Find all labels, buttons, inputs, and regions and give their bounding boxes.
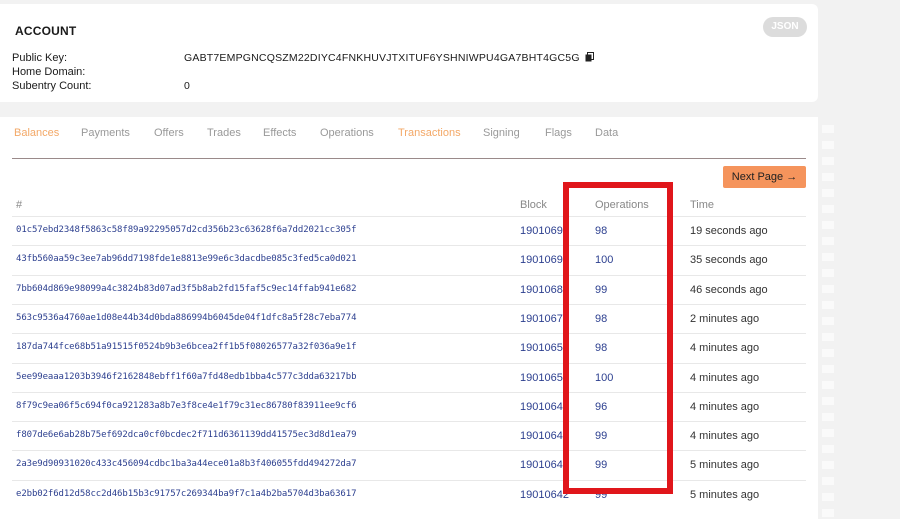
tab-divider [12, 158, 806, 159]
tx-hash-link[interactable]: f807de6e6ab28b75ef692dca0cf0bcdec2f711d6… [16, 430, 356, 440]
tab-data[interactable]: Data [595, 127, 618, 139]
block-link[interactable]: 19010644 [520, 459, 569, 471]
row-divider [12, 304, 806, 305]
tx-hash-link[interactable]: 2a3e9d90931020c433c456094cdbc1ba3a44ece0… [16, 459, 356, 469]
operations-count: 98 [595, 313, 608, 325]
row-divider [12, 450, 806, 451]
operations-count: 99 [595, 459, 608, 471]
block-link[interactable]: 19010691 [520, 225, 569, 237]
operations-count: 99 [595, 430, 608, 442]
scroll-track [822, 117, 834, 519]
row-divider [12, 480, 806, 481]
tx-time: 4 minutes ago [690, 401, 760, 413]
operations-count: 100 [595, 372, 614, 384]
tx-time: 5 minutes ago [690, 489, 760, 501]
tab-trades[interactable]: Trades [207, 127, 241, 139]
header-hash: # [16, 199, 23, 211]
public-key-value: GABT7EMPGNCQSZM22DIYC4FNKHUVJTXITUF6YSHN… [184, 52, 594, 65]
tx-hash-link[interactable]: 8f79c9ea06f5c694f0ca921283a8b7e3f8ce4e1f… [16, 401, 356, 411]
json-button[interactable]: JSON [763, 17, 807, 37]
block-link[interactable]: 19010688 [520, 284, 569, 296]
block-link[interactable]: 19010657 [520, 342, 569, 354]
header-block: Block [520, 199, 547, 211]
row-divider [12, 333, 806, 334]
tab-offers[interactable]: Offers [154, 127, 184, 139]
header-operations: Operations [595, 199, 649, 211]
tab-flags[interactable]: Flags [545, 127, 572, 139]
row-divider [12, 363, 806, 364]
block-link[interactable]: 19010645 [520, 430, 569, 442]
tx-hash-link[interactable]: 7bb604d869e98099a4c3824b83d07ad3f5b8ab2f… [16, 284, 356, 294]
tx-time: 46 seconds ago [690, 284, 768, 296]
home-domain-label: Home Domain: [12, 66, 86, 78]
tx-hash-link[interactable]: 5ee99eaaa1203b3946f2162848ebff1f60a7fd48… [16, 372, 356, 382]
tab-operations[interactable]: Operations [320, 127, 374, 139]
block-link[interactable]: 19010691 [520, 254, 569, 266]
account-card: ACCOUNT JSON Public Key: GABT7EMPGNCQSZM… [0, 4, 818, 102]
tx-time: 4 minutes ago [690, 372, 760, 384]
operations-count: 98 [595, 225, 608, 237]
next-page-button[interactable]: Next Page → [723, 166, 806, 188]
subentry-count-label: Subentry Count: [12, 80, 92, 92]
tx-time: 4 minutes ago [690, 430, 760, 442]
tx-hash-link[interactable]: 187da744fce68b51a91515f0524b9b3e6bcea2ff… [16, 342, 356, 352]
row-divider [12, 216, 806, 217]
row-divider [12, 392, 806, 393]
tx-hash-link[interactable]: e2bb02f6d12d58cc2d46b15b3c91757c269344ba… [16, 489, 356, 499]
transactions-card: Balances Payments Offers Trades Effects … [0, 117, 818, 519]
row-divider [12, 421, 806, 422]
account-title: ACCOUNT [15, 24, 77, 38]
public-key-label: Public Key: [12, 52, 68, 64]
tx-hash-link[interactable]: 563c9536a4760ae1d08e44b34d0bda886994b604… [16, 313, 356, 323]
tab-balances[interactable]: Balances [14, 127, 59, 139]
block-link[interactable]: 19010677 [520, 313, 569, 325]
tab-effects[interactable]: Effects [263, 127, 296, 139]
row-divider [12, 245, 806, 246]
tab-transactions[interactable]: Transactions [398, 127, 461, 139]
tx-hash-link[interactable]: 01c57ebd2348f5863c58f89a92295057d2cd356b… [16, 225, 356, 235]
tx-hash-link[interactable]: 43fb560aa59c3ee7ab96dd7198fde1e8813e99e6… [16, 254, 356, 264]
tab-payments[interactable]: Payments [81, 127, 130, 139]
row-divider [12, 275, 806, 276]
public-key-text: GABT7EMPGNCQSZM22DIYC4FNKHUVJTXITUF6YSHN… [184, 52, 580, 64]
tx-time: 2 minutes ago [690, 313, 760, 325]
tab-signing[interactable]: Signing [483, 127, 520, 139]
block-link[interactable]: 19010642 [520, 489, 569, 501]
operations-count: 98 [595, 342, 608, 354]
tx-time: 35 seconds ago [690, 254, 768, 266]
operations-count: 99 [595, 284, 608, 296]
header-time: Time [690, 199, 715, 211]
copy-icon[interactable] [585, 52, 594, 65]
operations-count: 99 [595, 489, 608, 501]
block-link[interactable]: 19010656 [520, 372, 569, 384]
subentry-count-value: 0 [184, 80, 191, 92]
tx-time: 19 seconds ago [690, 225, 768, 237]
tx-time: 5 minutes ago [690, 459, 760, 471]
operations-count: 100 [595, 254, 614, 266]
operations-count: 96 [595, 401, 608, 413]
block-link[interactable]: 19010646 [520, 401, 569, 413]
tx-time: 4 minutes ago [690, 342, 760, 354]
